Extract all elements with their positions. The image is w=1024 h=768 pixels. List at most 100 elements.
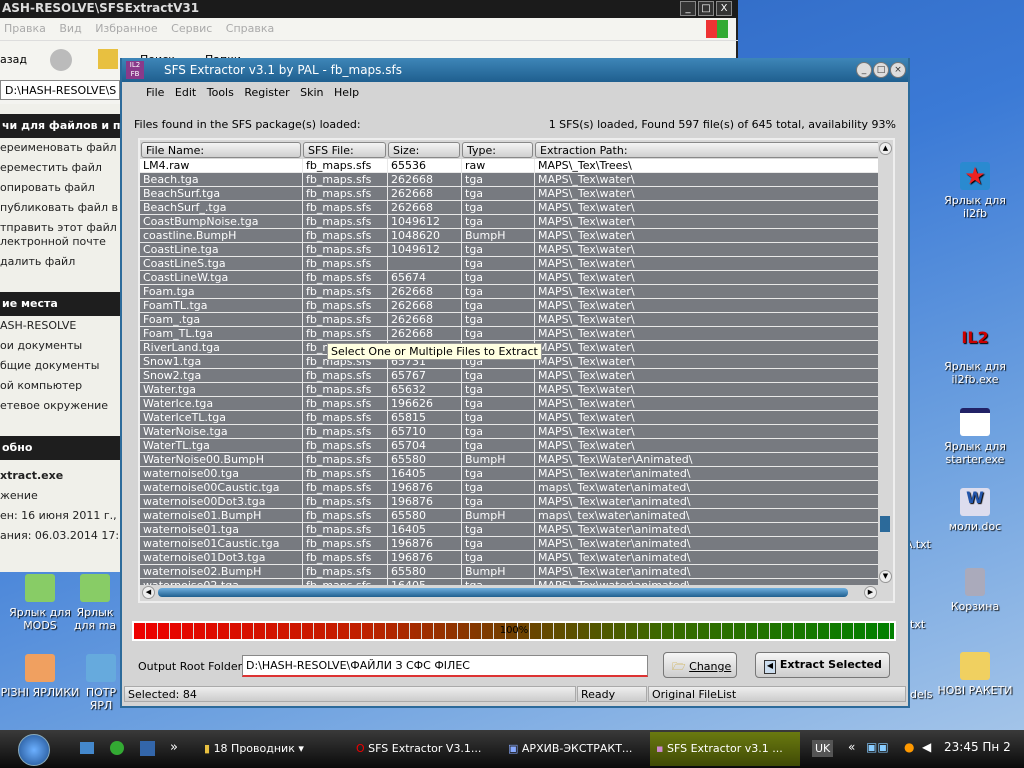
scroll-right-icon[interactable]: ▶ bbox=[864, 586, 877, 599]
table-row[interactable]: waternoise01Dot3.tga fb_maps.sfs 196876 tga… bbox=[140, 551, 880, 565]
network-icon[interactable]: ▣▣ bbox=[866, 740, 889, 754]
menu-help[interactable]: Help bbox=[334, 86, 359, 99]
task-rename[interactable]: ереименовать файл bbox=[0, 138, 120, 158]
task-copy[interactable]: опировать файл bbox=[0, 178, 120, 198]
table-row[interactable]: waternoise00.tga fb_maps.sfs 16405 tga MAPS\… bbox=[140, 467, 880, 481]
desktop-icon-rizni[interactable]: РІЗНІ ЯРЛИКИ bbox=[0, 654, 80, 699]
menu-view[interactable]: Вид bbox=[59, 22, 81, 35]
taskbar-sfs-extractor[interactable]: ▪ SFS Extractor v3.1 ... bbox=[650, 732, 800, 766]
taskbar-archive[interactable]: ▣ АРХИВ-ЭКСТРАКТ... bbox=[502, 738, 647, 760]
quicklaunch-more-icon[interactable]: » bbox=[170, 740, 178, 755]
column-size[interactable]: Size: bbox=[388, 142, 460, 158]
desktop-icon-recycle-bin[interactable]: Корзина bbox=[935, 568, 1015, 613]
table-row[interactable]: LM4.raw fb_maps.sfs 65536 raw MAPS\_Tex\Tree… bbox=[140, 159, 880, 173]
change-folder-button[interactable]: 🗁 Change bbox=[663, 652, 737, 678]
close-button[interactable]: X bbox=[716, 1, 732, 16]
place-shared-documents[interactable]: бщие документы bbox=[0, 356, 120, 376]
desktop-icon-novi-rakety[interactable]: НОВІ РАКЕТИ bbox=[935, 652, 1015, 697]
scroll-left-icon[interactable]: ◀ bbox=[142, 586, 155, 599]
desktop-icon-doc[interactable]: Wмоли.doc bbox=[935, 488, 1015, 533]
table-row[interactable]: Beach.tga fb_maps.sfs 262668 tga MAPS\_Tex\w… bbox=[140, 173, 880, 187]
menu-help[interactable]: Справка bbox=[226, 22, 274, 35]
table-row[interactable]: BeachSurf_.tga fb_maps.sfs 262668 tga MAPS\_… bbox=[140, 201, 880, 215]
column-type[interactable]: Type: bbox=[462, 142, 533, 158]
place-my-computer[interactable]: ой компьютер bbox=[0, 376, 120, 396]
table-row[interactable]: CoastLineS.tga fb_maps.sfs tga MAPS\_Tex\wa… bbox=[140, 257, 880, 271]
column-sfs-file[interactable]: SFS File: bbox=[303, 142, 386, 158]
desktop-icon-potr[interactable]: ПОТР ЯРЛ bbox=[82, 654, 120, 712]
minimize-button[interactable]: _ bbox=[680, 1, 696, 16]
task-email[interactable]: тправить этот файл по bbox=[0, 218, 120, 234]
back-button[interactable]: азад bbox=[0, 53, 27, 66]
table-row[interactable]: CoastLine.tga fb_maps.sfs 1049612 tga MAPS\_… bbox=[140, 243, 880, 257]
desktop-icon-il2fb[interactable]: ★ Ярлык для il2fb bbox=[935, 162, 1015, 220]
menu-edit[interactable]: Правка bbox=[4, 22, 46, 35]
table-row[interactable]: waternoise00Dot3.tga fb_maps.sfs 196876 tga… bbox=[140, 495, 880, 509]
table-row[interactable]: Snow2.tga fb_maps.sfs 65767 tga MAPS\_Tex\wa… bbox=[140, 369, 880, 383]
taskbar-explorer[interactable]: ▮ 18 Проводник ▾ bbox=[198, 738, 343, 760]
scroll-thumb[interactable] bbox=[158, 588, 848, 597]
output-folder-input[interactable]: D:\HASH-RESOLVE\ФАЙЛИ З СФС ФІЛЕС bbox=[242, 655, 648, 677]
table-row[interactable]: CoastLineW.tga fb_maps.sfs 65674 tga MAPS\_T… bbox=[140, 271, 880, 285]
table-row[interactable]: WaterIceTL.tga fb_maps.sfs 65815 tga MAPS\_T… bbox=[140, 411, 880, 425]
language-indicator[interactable]: UK bbox=[812, 740, 834, 757]
task-delete[interactable]: далить файл bbox=[0, 252, 120, 272]
menu-edit[interactable]: Edit bbox=[175, 86, 196, 99]
table-row[interactable]: FoamTL.tga fb_maps.sfs 262668 tga MAPS\_Tex\… bbox=[140, 299, 880, 313]
extract-selected-button[interactable]: ◀ Extract Selected bbox=[755, 652, 890, 678]
table-row[interactable]: waternoise01Caustic.tga fb_maps.sfs 196876… bbox=[140, 537, 880, 551]
table-row[interactable]: BeachSurf.tga fb_maps.sfs 262668 tga MAPS\_T… bbox=[140, 187, 880, 201]
folder-up-icon[interactable] bbox=[98, 49, 118, 69]
task-email-2[interactable]: лектронной почте bbox=[0, 232, 120, 252]
table-row[interactable]: Foam_.tga fb_maps.sfs 262668 tga MAPS\_Tex\w… bbox=[140, 313, 880, 327]
desktop-icon-ma[interactable]: Ярлык для ma bbox=[70, 574, 120, 632]
table-row[interactable]: coastline.BumpH fb_maps.sfs 1048620 BumpH MA… bbox=[140, 229, 880, 243]
clock[interactable]: 23:45 Пн 2 bbox=[944, 740, 1011, 754]
table-row[interactable]: WaterNoise00.BumpH fb_maps.sfs 65580 BumpH M… bbox=[140, 453, 880, 467]
table-row[interactable]: Foam.tga fb_maps.sfs 262668 tga MAPS\_Tex\wa… bbox=[140, 285, 880, 299]
desktop-icon-starter[interactable]: Ярлык для starter.exe bbox=[935, 408, 1015, 466]
task-publish[interactable]: публиковать файл в ве bbox=[0, 198, 120, 218]
vertical-scrollbar[interactable]: ▲ ▼ bbox=[878, 140, 893, 587]
table-row[interactable]: waternoise00Caustic.tga fb_maps.sfs 196876… bbox=[140, 481, 880, 495]
scroll-down-icon[interactable]: ▼ bbox=[879, 570, 892, 583]
menu-file[interactable]: File bbox=[146, 86, 164, 99]
close-button[interactable]: × bbox=[890, 62, 906, 78]
maximize-button[interactable]: □ bbox=[698, 1, 714, 16]
menu-favorites[interactable]: Избранное bbox=[95, 22, 157, 35]
minimize-button[interactable]: _ bbox=[856, 62, 872, 78]
table-row[interactable]: waternoise01.BumpH fb_maps.sfs 65580 BumpH m… bbox=[140, 509, 880, 523]
show-desktop-icon[interactable] bbox=[80, 742, 94, 754]
column-file-name[interactable]: File Name: bbox=[141, 142, 301, 158]
place-network[interactable]: етевое окружение bbox=[0, 396, 120, 416]
start-button[interactable] bbox=[18, 734, 50, 766]
scroll-thumb[interactable] bbox=[880, 516, 890, 532]
horizontal-scrollbar[interactable]: ◀ ▶ bbox=[140, 585, 893, 601]
browser-icon[interactable] bbox=[110, 741, 124, 755]
table-row[interactable]: WaterIce.tga fb_maps.sfs 196626 tga MAPS\_Te… bbox=[140, 397, 880, 411]
table-row[interactable]: Foam_TL.tga fb_maps.sfs 262668 tga MAPS\_Tex… bbox=[140, 327, 880, 341]
task-move[interactable]: ереместить файл bbox=[0, 158, 120, 178]
forward-icon[interactable] bbox=[50, 49, 72, 71]
menu-tools[interactable]: Tools bbox=[207, 86, 234, 99]
scroll-up-icon[interactable]: ▲ bbox=[879, 142, 892, 155]
place-my-documents[interactable]: ои документы bbox=[0, 336, 120, 356]
table-row[interactable]: waternoise02.BumpH fb_maps.sfs 65580 BumpH M… bbox=[140, 565, 880, 579]
table-row[interactable]: waternoise01.tga fb_maps.sfs 16405 tga MAPS\… bbox=[140, 523, 880, 537]
taskbar-opera[interactable]: O SFS Extractor V3.1... bbox=[350, 738, 495, 760]
table-row[interactable]: CoastBumpNoise.tga fb_maps.sfs 1049612 tga M… bbox=[140, 215, 880, 229]
menu-register[interactable]: Register bbox=[244, 86, 289, 99]
column-extraction-path[interactable]: Extraction Path: bbox=[535, 142, 880, 158]
volume-icon[interactable]: ◀ bbox=[922, 740, 931, 754]
menu-skin[interactable]: Skin bbox=[300, 86, 323, 99]
table-row[interactable]: WaterTL.tga fb_maps.sfs 65704 tga MAPS\_Tex\… bbox=[140, 439, 880, 453]
tray-expand-icon[interactable]: « bbox=[848, 740, 855, 754]
snap-icon[interactable] bbox=[140, 741, 155, 756]
place-hash-resolve[interactable]: ASH-RESOLVE bbox=[0, 316, 120, 336]
desktop-icon-mods[interactable]: Ярлык для MODS bbox=[0, 574, 80, 632]
menu-tools[interactable]: Сервис bbox=[171, 22, 212, 35]
table-row[interactable]: Water.tga fb_maps.sfs 65632 tga MAPS\_Tex\wa… bbox=[140, 383, 880, 397]
table-row[interactable]: WaterNoise.tga fb_maps.sfs 65710 tga MAPS\_T… bbox=[140, 425, 880, 439]
address-bar[interactable]: D:\HASH-RESOLVE\S bbox=[0, 80, 120, 100]
update-icon[interactable]: ● bbox=[904, 740, 914, 754]
